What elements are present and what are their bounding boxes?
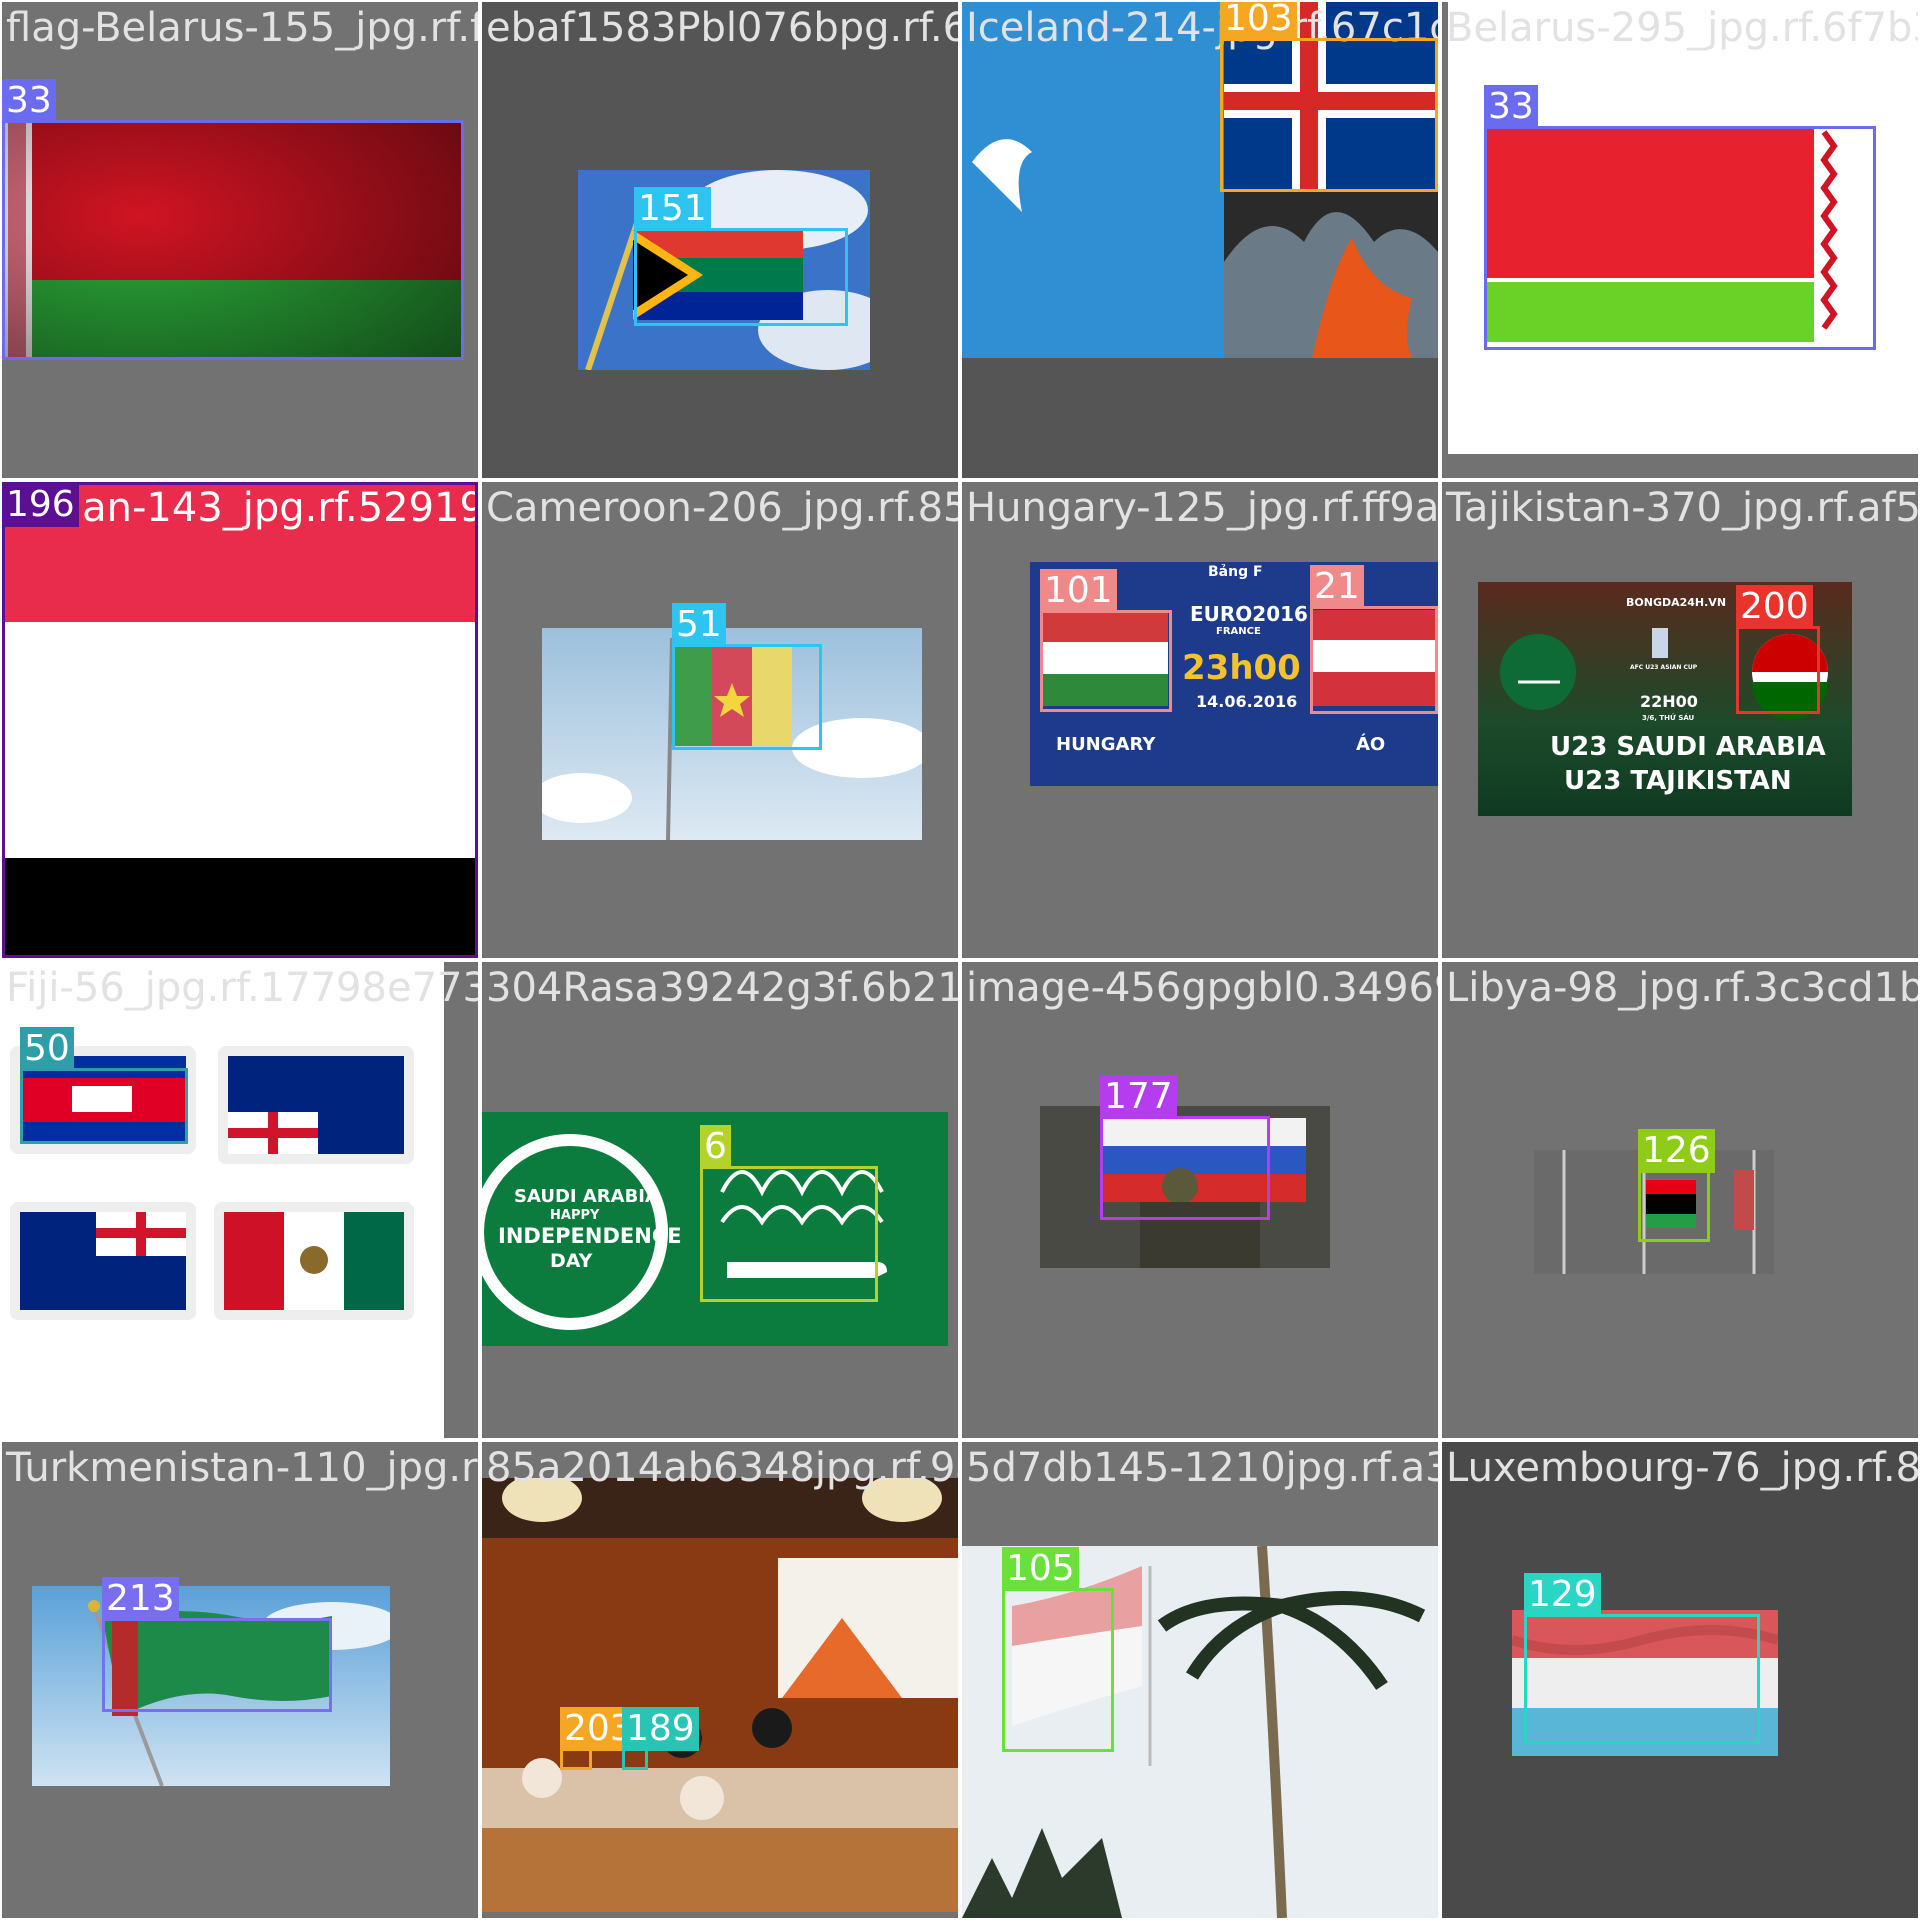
bbox: 189 xyxy=(622,1707,699,1770)
tile-monaco: 105 5d7db145-1210jpg.rf.a3e21d xyxy=(962,1442,1438,1918)
filename: flag-Belarus-155_jpg.rf.f5a82 xyxy=(6,5,478,51)
bbox: 101 xyxy=(1040,569,1172,712)
photo xyxy=(482,1478,958,1912)
team2-label: U23 TAJIKISTAN xyxy=(1564,766,1792,796)
filename: ebaf1583Pbl076bpg.rf.6a280a7b xyxy=(486,5,958,51)
filename: Tajikistan-370_jpg.rf.af521fd4 xyxy=(1446,485,1918,531)
bbox-label: 177 xyxy=(1100,1075,1177,1119)
bbox: 151 xyxy=(634,187,848,326)
bbox-label: 151 xyxy=(634,187,711,231)
bbox: 177 xyxy=(1100,1075,1270,1220)
filename: 304Rasa39242g3f.6b218ad72d xyxy=(486,965,958,1011)
time-label: 23h00 xyxy=(1182,648,1301,688)
date-label: 14.06.2016 xyxy=(1196,692,1298,711)
tile-luxembourg: 129 Luxembourg-76_jpg.rf.8cd62 xyxy=(1442,1442,1918,1918)
bbox: 129 xyxy=(1524,1573,1760,1744)
bbox-label: 200 xyxy=(1736,585,1813,629)
tile-fiji: 50 Fiji-56_jpg.rf.17798e77310d xyxy=(2,962,478,1438)
title-line1: SAUDI ARABIA xyxy=(514,1186,659,1207)
tile-belarus: 33 flag-Belarus-155_jpg.rf.f5a82 xyxy=(2,2,478,478)
tile-libya: 126 Libya-98_jpg.rf.3c3cd1b567 xyxy=(1442,962,1918,1438)
filename: Luxembourg-76_jpg.rf.8cd62 xyxy=(1446,1445,1918,1491)
bbox-label: 33 xyxy=(1484,85,1538,129)
bbox-label: 21 xyxy=(1310,565,1364,609)
bbox: 33 xyxy=(2,79,464,360)
tile-russia: 177 image-456gpgbl0.34969bf86 xyxy=(962,962,1438,1438)
bbox-label: 189 xyxy=(622,1707,699,1751)
bbox: 105 xyxy=(1002,1547,1114,1752)
bbox: 51 xyxy=(672,603,822,750)
bbox-label: 51 xyxy=(672,603,726,647)
filename: 85a2014ab6348jpg.rf.9a502d xyxy=(486,1445,958,1491)
bbox-label: 213 xyxy=(102,1577,179,1621)
filename: Belarus-295_jpg.rf.6f7b3 xyxy=(1446,5,1918,51)
bbox-label: 126 xyxy=(1638,1129,1715,1173)
title-line4: DAY xyxy=(550,1250,593,1272)
bbox: 126 xyxy=(1638,1129,1715,1242)
tile-tajikistan: BONGDA24H.VN AFC U23 ASIAN CUP 22H00 3/6… xyxy=(1442,482,1918,958)
title-line3: INDEPENDENCE xyxy=(498,1224,682,1248)
filename: image-456gpgbl0.34969bf86 xyxy=(966,965,1438,1011)
tile-saudi: SAUDI ARABIA HAPPY INDEPENDENCE DAY 6 30… xyxy=(482,962,958,1438)
filename: Hungary-125_jpg.rf.ff9ac6758 xyxy=(966,485,1438,531)
filename: Turkmenistan-110_jpg.rf.cd4 xyxy=(6,1445,478,1491)
filename: Fiji-56_jpg.rf.17798e77310d xyxy=(6,965,478,1011)
bbox: 33 xyxy=(1484,85,1876,350)
group-label: Bảng F xyxy=(1208,564,1263,580)
team1-label: HUNGARY xyxy=(1056,734,1156,755)
bbox: 103 xyxy=(1220,2,1438,192)
team2-label: ÁO xyxy=(1356,734,1386,755)
bbox: 6 xyxy=(700,1125,878,1302)
tile-belarus-painted: 33 Belarus-295_jpg.rf.6f7b3 xyxy=(1442,2,1918,478)
bbox: 200 xyxy=(1736,585,1820,714)
bbox-label: 196 xyxy=(2,483,79,527)
bbox: 50 xyxy=(20,1027,188,1144)
detection-mosaic: 33 flag-Belarus-155_jpg.rf.f5a82 151 eba… xyxy=(0,0,1920,1920)
bbox-label: 101 xyxy=(1040,569,1117,613)
bbox: 196 xyxy=(2,482,478,958)
cup-label: AFC U23 ASIAN CUP xyxy=(1630,664,1698,671)
site-label: BONGDA24H.VN xyxy=(1626,596,1727,609)
filename: Cameroon-206_jpg.rf.85d99b xyxy=(486,485,958,531)
tile-iceland: 103 Iceland-214-jpg.rf.67c1cbbd xyxy=(962,2,1438,478)
title-line2: HAPPY xyxy=(550,1208,600,1223)
bbox: 203 xyxy=(560,1707,637,1770)
time-label: 22H00 xyxy=(1640,692,1698,711)
date-label: 3/6, THỨ SÁU xyxy=(1642,714,1695,722)
tile-cameroon: 51 Cameroon-206_jpg.rf.85d99b xyxy=(482,482,958,958)
event-label: EURO2016 xyxy=(1190,602,1308,626)
bbox-label: 33 xyxy=(2,79,56,123)
bbox-label: 6 xyxy=(700,1125,731,1169)
filename: 5d7db145-1210jpg.rf.a3e21d xyxy=(966,1445,1438,1491)
filename: Libya-98_jpg.rf.3c3cd1b567 xyxy=(1446,965,1918,1011)
bbox: 213 xyxy=(102,1577,332,1712)
bbox-label: 103 xyxy=(1220,2,1297,41)
bbox-label: 129 xyxy=(1524,1573,1601,1617)
team1-label: U23 SAUDI ARABIA xyxy=(1550,732,1826,762)
country-label: FRANCE xyxy=(1216,626,1261,637)
tile-south-africa: 151 ebaf1583Pbl076bpg.rf.6a280a7b xyxy=(482,2,958,478)
tile-hungary: Bảng F EURO2016 FRANCE 23h00 14.06.2016 … xyxy=(962,482,1438,958)
tile-turkmenistan: 213 Turkmenistan-110_jpg.rf.cd4 xyxy=(2,1442,478,1918)
bbox: 21 xyxy=(1310,565,1438,714)
bbox-label: 105 xyxy=(1002,1547,1079,1591)
tile-sudan: 196 Sudan-143_jpg.rf.5291954343 xyxy=(2,482,478,958)
bbox-label: 50 xyxy=(20,1027,74,1071)
tile-chess-event: 203 189 85a2014ab6348jpg.rf.9a502d xyxy=(482,1442,958,1918)
